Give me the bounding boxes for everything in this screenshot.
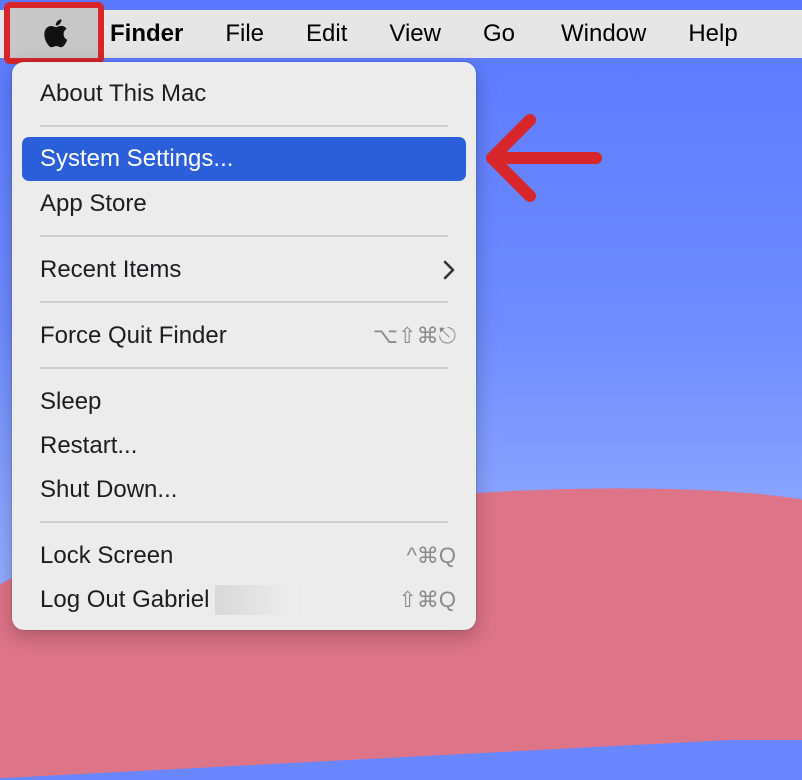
menu-item-restart-label: Restart... [40,432,138,459]
menu-item-lock-screen[interactable]: Lock Screen ^⌘Q [22,534,466,578]
apple-menu-button[interactable] [4,2,104,64]
menu-window[interactable]: Window [561,20,688,48]
menu-item-force-quit-label: Force Quit Finder [40,322,227,349]
menu-separator [40,521,448,523]
lock-screen-shortcut: ^⌘Q [406,543,456,568]
menu-item-recent-items-label: Recent Items [40,256,182,283]
menu-item-shut-down[interactable]: Shut Down... [22,468,466,512]
menu-item-log-out-label: Log Out Gabriel [40,586,210,613]
redacted-username [215,585,298,615]
menu-item-log-out[interactable]: Log Out Gabriel ⇧⌘Q [22,578,466,622]
log-out-shortcut: ⇧⌘Q [398,587,456,612]
menu-item-lock-screen-label: Lock Screen [40,542,174,569]
menu-item-shut-down-label: Shut Down... [40,476,178,503]
menu-separator [40,235,448,237]
menu-bar-items: Finder File Edit View Go Window Help [110,10,760,58]
menu-item-about[interactable]: About This Mac [22,72,466,116]
apple-logo-icon [44,19,68,48]
apple-menu-dropdown: About This Mac System Settings... App St… [12,62,476,630]
menu-item-system-settings[interactable]: System Settings... [22,137,466,181]
force-quit-shortcut: ⌥⇧⌘⎋ [372,323,456,348]
menu-edit[interactable]: Edit [306,20,389,48]
menu-item-recent-items[interactable]: Recent Items [22,248,466,292]
menu-finder[interactable]: Finder [110,20,225,48]
menu-item-force-quit[interactable]: Force Quit Finder ⌥⇧⌘⎋ [22,314,466,358]
menu-go[interactable]: Go [483,20,561,48]
annotation-arrow-icon [486,114,602,202]
menu-view[interactable]: View [389,20,483,48]
chevron-right-icon [442,248,456,292]
menu-item-app-store-label: App Store [40,190,147,217]
menu-item-restart[interactable]: Restart... [22,424,466,468]
menu-separator [40,367,448,369]
menu-help[interactable]: Help [688,20,759,48]
menu-bar: Finder File Edit View Go Window Help [0,10,802,58]
menu-item-sleep[interactable]: Sleep [22,380,466,424]
menu-separator [40,125,448,127]
menu-item-system-settings-label: System Settings... [40,145,234,172]
menu-file[interactable]: File [225,20,306,48]
menu-item-sleep-label: Sleep [40,388,102,415]
menu-separator [40,301,448,303]
menu-item-app-store[interactable]: App Store [22,182,466,226]
menu-item-about-label: About This Mac [40,80,207,107]
